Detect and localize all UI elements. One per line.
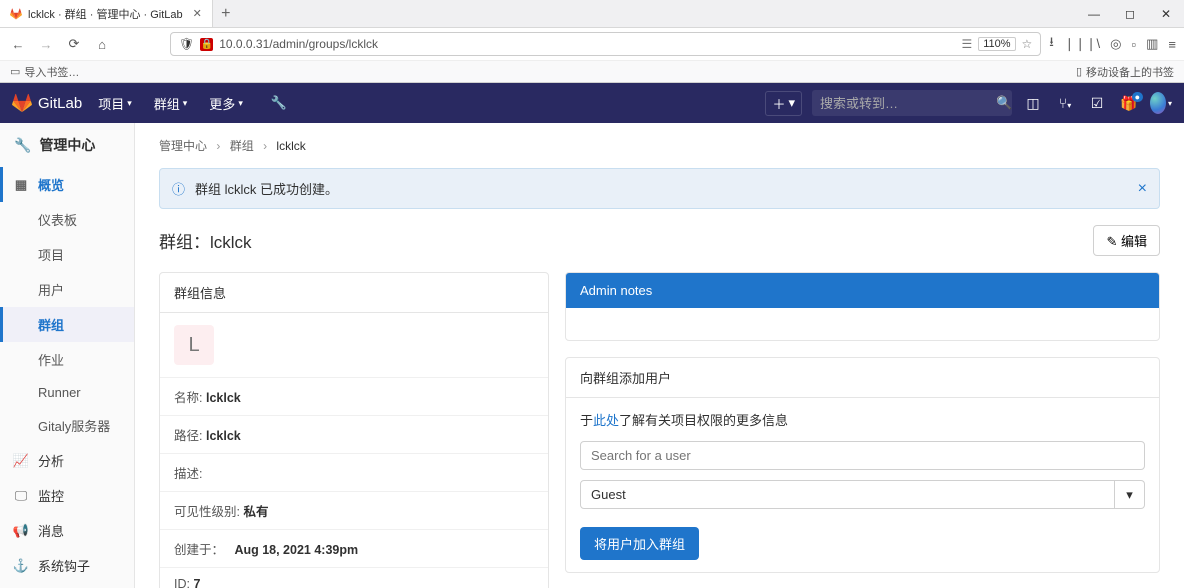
shield-icon: 🛡 xyxy=(179,37,194,51)
bookmark-star-icon[interactable]: ☆ xyxy=(1022,37,1033,51)
sidebar-monitoring[interactable]: 🖵监控 xyxy=(0,478,134,513)
add-user-button[interactable]: 将用户加入群组 xyxy=(580,527,699,560)
admin-wrench-icon[interactable]: 🔧 xyxy=(265,95,293,111)
admin-notes-header: Admin notes xyxy=(566,273,1159,308)
back-button[interactable]: ← xyxy=(8,34,28,54)
info-path: 路径: lcklck xyxy=(160,415,548,453)
info-desc: 描述: xyxy=(160,453,548,491)
sidebar-messages[interactable]: 📢消息 xyxy=(0,513,134,548)
group-info-card: 群组信息 L 名称: lcklck 路径: lcklck 描述: 可见性级别: … xyxy=(159,272,549,588)
gitlab-favicon-icon xyxy=(10,8,22,20)
add-user-header: 向群组添加用户 xyxy=(566,358,1159,398)
window-minimize-icon[interactable]: ― xyxy=(1076,7,1112,21)
edit-button[interactable]: ✎ 编辑 xyxy=(1093,225,1160,256)
forward-button[interactable]: → xyxy=(36,34,56,54)
url-input[interactable] xyxy=(219,37,955,51)
extensions-icon[interactable]: ▫ xyxy=(1132,37,1137,52)
info-icon: ⓘ xyxy=(172,179,185,198)
search-icon[interactable]: 🔍 xyxy=(996,95,1012,111)
info-name: 名称: lcklck xyxy=(160,377,548,415)
new-tab-button[interactable]: + xyxy=(213,5,239,23)
mobile-icon: ▯ xyxy=(1076,65,1082,78)
role-select[interactable]: Guest xyxy=(580,480,1115,509)
hooks-icon: ⚓ xyxy=(14,558,28,574)
sidebar-icon[interactable]: ▥ xyxy=(1146,36,1158,52)
info-visibility: 可见性级别: 私有 xyxy=(160,491,548,529)
breadcrumb: 管理中心 › 群组 › lcklck xyxy=(159,137,1160,154)
sidebar-groups[interactable]: 群组 xyxy=(0,307,134,342)
main-content: 管理中心 › 群组 › lcklck ⓘ 群组 lcklck 已成功创建。 × … xyxy=(135,123,1184,588)
info-id: ID: 7 xyxy=(160,567,548,588)
import-bookmarks[interactable]: ▭ 导入书签… xyxy=(10,64,79,80)
browser-tab[interactable]: lcklck · 群组 · 管理中心 · GitLab ✕ xyxy=(0,0,213,27)
window-maximize-icon[interactable]: ◻ xyxy=(1112,7,1148,21)
breadcrumb-admin[interactable]: 管理中心 xyxy=(159,139,207,153)
role-dropdown-icon[interactable]: ▾ xyxy=(1115,480,1145,509)
merge-requests-icon[interactable]: ⑂▾ xyxy=(1054,95,1076,111)
sidebar-title: 🔧 管理中心 xyxy=(0,123,134,167)
library-icon[interactable]: ❘❘❘\ xyxy=(1064,36,1100,52)
sidebar-gitaly[interactable]: Gitaly服务器 xyxy=(0,408,134,443)
sidebar-analytics[interactable]: 📈分析 xyxy=(0,443,134,478)
global-search[interactable]: 🔍 xyxy=(812,90,1012,116)
group-info-header: 群组信息 xyxy=(160,273,548,313)
overview-icon: ▦ xyxy=(14,177,28,193)
success-alert: ⓘ 群组 lcklck 已成功创建。 × xyxy=(159,168,1160,209)
sidebar-overview[interactable]: ▦概览 xyxy=(0,167,134,202)
user-search-input[interactable] xyxy=(580,441,1145,470)
search-input[interactable] xyxy=(820,96,996,111)
gitlab-topbar: GitLab 项目▾ 群组▾ 更多▾ 🔧 ＋▾ 🔍 ◫ ⑂▾ ☑ 🎁● ▾ xyxy=(0,83,1184,123)
address-bar[interactable]: 🛡 🔒 ☰ 110% ☆ xyxy=(170,32,1041,56)
sidebar-hooks[interactable]: ⚓系统钩子 xyxy=(0,548,134,583)
menu-icon[interactable]: ≡ xyxy=(1168,37,1176,52)
sidebar-apps[interactable]: ⊞应用 xyxy=(0,583,134,588)
zoom-level[interactable]: 110% xyxy=(978,37,1015,51)
home-button[interactable]: ⌂ xyxy=(92,34,112,54)
account-icon[interactable]: ◎ xyxy=(1110,36,1121,52)
nav-projects[interactable]: 项目▾ xyxy=(92,94,138,113)
permissions-link[interactable]: 此处 xyxy=(593,413,619,428)
issues-icon[interactable]: ◫ xyxy=(1022,95,1044,112)
nav-more[interactable]: 更多▾ xyxy=(203,94,249,113)
gitlab-logo[interactable]: GitLab xyxy=(12,93,82,113)
permissions-help: 于此处了解有关项目权限的更多信息 xyxy=(580,410,1145,429)
reload-button[interactable]: ⟳ xyxy=(64,34,84,54)
sidebar-jobs[interactable]: 作业 xyxy=(0,342,134,377)
sidebar-users[interactable]: 用户 xyxy=(0,272,134,307)
nav-groups[interactable]: 群组▾ xyxy=(148,94,194,113)
todos-icon[interactable]: ☑ xyxy=(1086,95,1108,112)
info-created: 创建于： Aug 18, 2021 4:39pm xyxy=(160,529,548,567)
plus-icon: ＋ xyxy=(772,94,785,113)
reader-icon[interactable]: ☰ xyxy=(961,37,972,51)
gitlab-icon xyxy=(12,93,32,113)
insecure-icon: 🔒 xyxy=(200,38,213,51)
create-new-dropdown[interactable]: ＋▾ xyxy=(765,91,802,116)
downloads-icon[interactable]: ⭳ xyxy=(1049,33,1054,55)
analytics-icon: 📈 xyxy=(14,453,28,469)
bookmark-icon: ▭ xyxy=(10,65,20,78)
alert-close-icon[interactable]: × xyxy=(1138,180,1147,198)
mobile-bookmarks[interactable]: ▯ 移动设备上的书签 xyxy=(1076,64,1174,80)
breadcrumb-current: lcklck xyxy=(276,139,305,153)
admin-sidebar: 🔧 管理中心 ▦概览 仪表板 项目 用户 群组 作业 Runner Gitaly… xyxy=(0,123,135,588)
sidebar-runner[interactable]: Runner xyxy=(0,377,134,408)
whats-new-icon[interactable]: 🎁● xyxy=(1118,95,1140,112)
group-avatar: L xyxy=(174,325,214,365)
admin-notes-card: Admin notes xyxy=(565,272,1160,341)
sidebar-projects[interactable]: 项目 xyxy=(0,237,134,272)
messages-icon: 📢 xyxy=(14,523,28,539)
window-close-icon[interactable]: ✕ xyxy=(1148,7,1184,21)
page-title: 群组：lcklck xyxy=(159,228,252,253)
breadcrumb-groups[interactable]: 群组 xyxy=(230,139,254,153)
alert-text: 群组 lcklck 已成功创建。 xyxy=(195,179,338,198)
monitor-icon: 🖵 xyxy=(14,488,28,504)
wrench-icon: 🔧 xyxy=(14,137,31,154)
user-menu[interactable]: ▾ xyxy=(1150,92,1172,114)
tab-close-icon[interactable]: ✕ xyxy=(193,7,202,20)
add-user-card: 向群组添加用户 于此处了解有关项目权限的更多信息 Guest ▾ 将用户加入群组 xyxy=(565,357,1160,573)
user-avatar-icon xyxy=(1150,92,1166,114)
sidebar-dashboard[interactable]: 仪表板 xyxy=(0,202,134,237)
tab-title: lcklck · 群组 · 管理中心 · GitLab xyxy=(28,6,183,22)
